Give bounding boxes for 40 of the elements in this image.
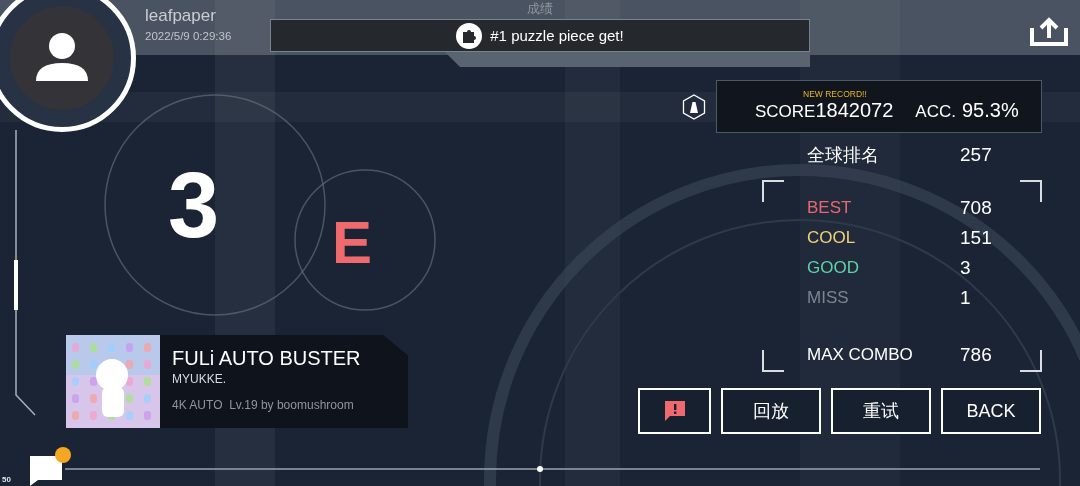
judgement-label: BEST <box>807 198 853 218</box>
accuracy-label: ACC. <box>915 102 956 122</box>
score-value: 1842072 <box>815 99 894 122</box>
report-button[interactable] <box>638 388 711 434</box>
judgement-count: 1 <box>960 287 971 309</box>
song-title: FULi AUTO BUSTER <box>172 347 362 370</box>
metronome-icon[interactable] <box>682 93 706 120</box>
judgement-label: MISS <box>807 288 850 308</box>
rank-value: 257 <box>960 144 992 166</box>
judgement-count: 708 <box>960 197 992 219</box>
chart-info: 4K AUTO Lv.19 by boomushroom <box>172 398 355 412</box>
username: leafpaper <box>145 6 217 26</box>
corner-bracket <box>762 350 784 372</box>
toast-text: #1 puzzle piece get! <box>490 27 624 44</box>
judgement-label: GOOD <box>807 258 860 278</box>
play-date: 2022/5/9 0:29:36 <box>145 30 233 42</box>
page-title: 成绩 <box>527 1 553 17</box>
action-button[interactable]: 重试 <box>831 388 931 434</box>
max-combo-value: 786 <box>960 344 992 366</box>
chat-icon[interactable] <box>28 446 72 486</box>
max-combo-label: MAX COMBO <box>807 345 914 365</box>
score-label: SCORE <box>755 102 816 122</box>
back-button[interactable]: BACK <box>941 388 1041 434</box>
judge-letter: E <box>332 215 373 271</box>
share-icon[interactable] <box>1030 16 1068 46</box>
corner-bracket <box>762 180 784 202</box>
puzzle-icon <box>456 22 483 49</box>
accuracy-value: 95.3% <box>961 99 1019 122</box>
alert-message-icon <box>662 399 687 423</box>
grade-letter: 3 <box>168 165 220 245</box>
new-record-label: NEW RECORD!! <box>803 89 867 99</box>
rank-label: 全球排名 <box>807 144 880 167</box>
corner-number: 50 <box>2 475 11 484</box>
song-artist: MYUKKE. <box>172 372 227 386</box>
judgement-count: 151 <box>960 227 992 249</box>
judgement-count: 3 <box>960 257 971 279</box>
action-button[interactable]: 回放 <box>721 388 821 434</box>
corner-bracket <box>1020 350 1042 372</box>
corner-bracket <box>1020 180 1042 202</box>
judgement-label: COOL <box>807 228 857 248</box>
